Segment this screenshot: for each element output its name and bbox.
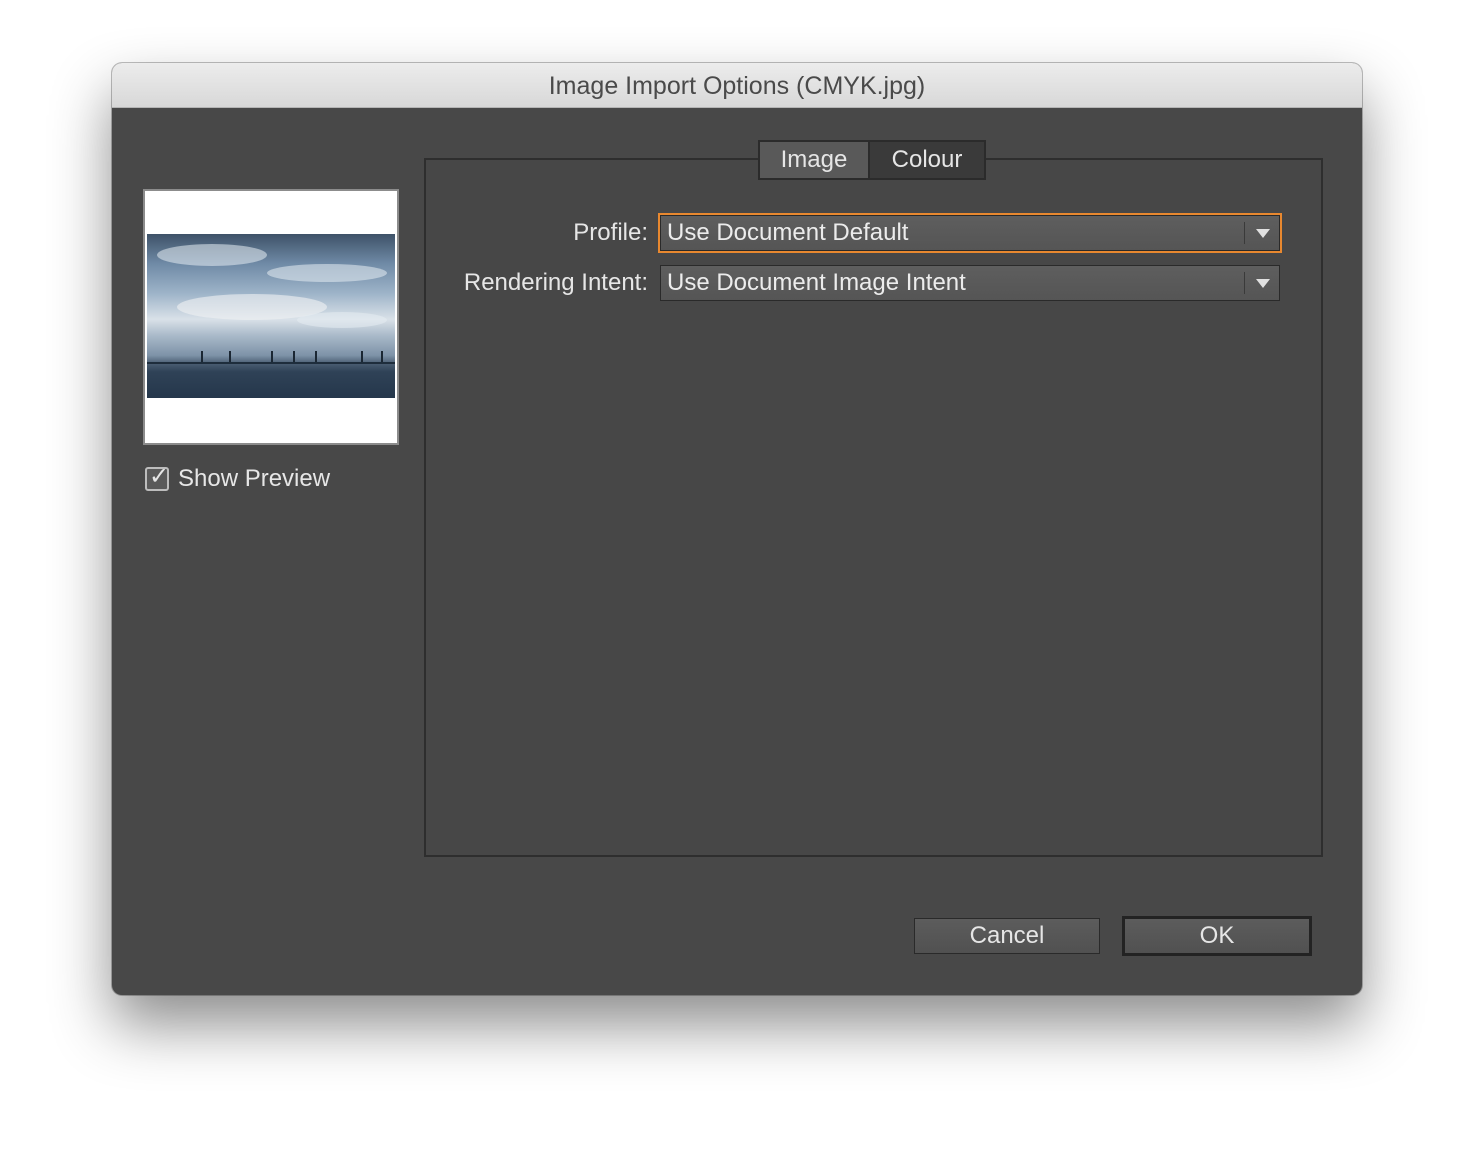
check-icon: ✓	[149, 462, 170, 490]
rendering-intent-value: Use Document Image Intent	[667, 269, 966, 296]
profile-value: Use Document Default	[667, 219, 909, 246]
colour-tab-panel	[424, 158, 1323, 857]
window-title: Image Import Options (CMYK.jpg)	[112, 63, 1362, 108]
profile-dropdown[interactable]: Use Document Default	[658, 213, 1282, 253]
image-import-options-dialog: Image Import Options (CMYK.jpg) ✓ Show P…	[112, 63, 1362, 995]
tab-bar: Image Colour	[758, 140, 986, 180]
rendering-intent-label: Rendering Intent:	[463, 269, 648, 296]
show-preview-checkbox[interactable]: ✓ Show Preview	[145, 462, 331, 493]
dropdown-separator	[1244, 222, 1245, 244]
cancel-button[interactable]: Cancel	[914, 918, 1100, 954]
show-preview-label: Show Preview	[178, 465, 331, 492]
rendering-intent-dropdown[interactable]: Use Document Image Intent	[660, 265, 1280, 301]
chevron-down-icon	[1256, 229, 1270, 238]
chevron-down-icon	[1256, 279, 1270, 288]
preview-photo	[147, 234, 395, 398]
profile-label: Profile:	[573, 219, 648, 246]
checkbox-box[interactable]: ✓	[145, 462, 169, 491]
tab-colour[interactable]: Colour	[870, 142, 984, 178]
ok-button[interactable]: OK	[1122, 916, 1312, 956]
tab-image[interactable]: Image	[760, 142, 868, 178]
dropdown-separator	[1244, 272, 1245, 294]
